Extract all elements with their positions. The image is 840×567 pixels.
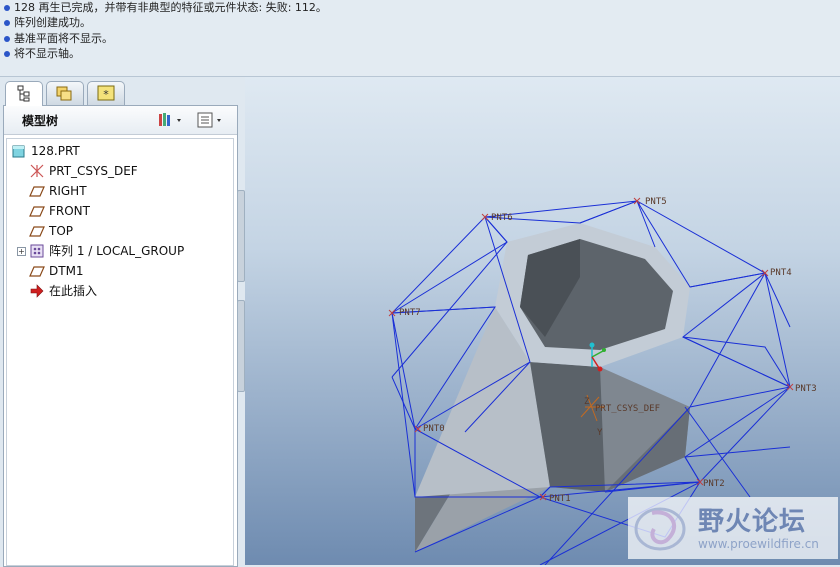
favorites-icon: * bbox=[97, 85, 115, 101]
panel-header: 模型树 bbox=[4, 106, 237, 135]
datum-plane-icon bbox=[29, 206, 45, 217]
datum-point-pnt0[interactable]: PNT0 bbox=[414, 424, 445, 434]
navigator-panel: * 模型树 128.PRT PRT_CSYS_DEF RIGHT FRONT T… bbox=[0, 77, 245, 567]
message-line: 基准平面将不显示。 bbox=[2, 31, 113, 47]
svg-text:PNT7: PNT7 bbox=[399, 308, 421, 318]
bullet-icon bbox=[4, 35, 10, 42]
message-line: 阵列创建成功。 bbox=[2, 15, 91, 31]
tree-settings-button[interactable] bbox=[156, 111, 186, 129]
bullet-icon bbox=[4, 19, 10, 26]
svg-text:PRT_CSYS_DEF: PRT_CSYS_DEF bbox=[595, 404, 660, 414]
graphics-viewport[interactable]: PNT5 PNT6 PNT4 PNT7 PNT3 PNT0 PNT1 PNT2 … bbox=[245, 77, 840, 565]
pattern-icon bbox=[30, 244, 44, 258]
folder-browser-icon bbox=[56, 86, 72, 101]
expand-icon[interactable]: + bbox=[17, 247, 26, 256]
panel-title: 模型树 bbox=[22, 114, 59, 128]
svg-text:PNT5: PNT5 bbox=[645, 197, 667, 207]
tab-folder-browser[interactable] bbox=[46, 81, 84, 105]
model-tree-icon bbox=[17, 85, 30, 102]
watermark-logo-icon bbox=[634, 507, 686, 551]
model-view[interactable]: PNT5 PNT6 PNT4 PNT7 PNT3 PNT0 PNT1 PNT2 … bbox=[245, 77, 840, 565]
bullet-icon bbox=[4, 4, 10, 11]
datum-point-pnt1[interactable]: PNT1 bbox=[539, 493, 571, 504]
csys-icon bbox=[30, 164, 44, 178]
tab-model-tree[interactable] bbox=[5, 81, 43, 106]
svg-text:Y: Y bbox=[597, 428, 603, 438]
bullet-icon bbox=[4, 50, 10, 57]
datum-point-pnt3[interactable]: PNT3 bbox=[786, 383, 817, 394]
datum-plane-icon bbox=[29, 186, 45, 197]
message-line: 将不显示轴。 bbox=[2, 46, 80, 62]
message-area: 128 再生已完成，并带有非典型的特征或元件状态: 失败: 112。 阵列创建成… bbox=[0, 0, 840, 77]
svg-text:Z: Z bbox=[584, 397, 590, 407]
svg-text:PNT3: PNT3 bbox=[795, 384, 817, 394]
datum-plane-icon bbox=[29, 266, 45, 277]
svg-text:PNT1: PNT1 bbox=[549, 494, 571, 504]
panel-splitter[interactable] bbox=[236, 190, 245, 475]
svg-text:PNT4: PNT4 bbox=[770, 268, 792, 278]
splitter-grip[interactable] bbox=[237, 190, 245, 282]
part-icon bbox=[12, 145, 25, 158]
svg-text:*: * bbox=[103, 88, 109, 101]
tree-settings-icon bbox=[159, 113, 181, 126]
model-tree-panel: 模型树 128.PRT PRT_CSYS_DEF RIGHT FRONT TOP… bbox=[3, 105, 238, 567]
svg-text:PNT2: PNT2 bbox=[703, 479, 725, 489]
tab-favorites[interactable]: * bbox=[87, 81, 125, 105]
datum-plane-icon bbox=[29, 226, 45, 237]
watermark-title: 野火论坛 bbox=[698, 507, 807, 537]
svg-text:PNT6: PNT6 bbox=[491, 213, 513, 223]
forum-watermark: 野火论坛 www.proewildfire.cn bbox=[628, 497, 838, 559]
splitter-grip[interactable] bbox=[237, 300, 245, 392]
model-tree: 128.PRT PRT_CSYS_DEF RIGHT FRONT TOP + 阵… bbox=[6, 138, 234, 566]
tree-columns-icon bbox=[197, 112, 221, 128]
svg-text:PNT0: PNT0 bbox=[423, 424, 445, 434]
datum-point-pnt2[interactable]: PNT2 bbox=[696, 478, 725, 489]
tree-columns-button[interactable] bbox=[196, 111, 226, 129]
insert-here-arrow-icon bbox=[30, 284, 44, 298]
watermark-url: www.proewildfire.cn bbox=[698, 537, 819, 551]
message-line: 128 再生已完成，并带有非典型的特征或元件状态: 失败: 112。 bbox=[2, 0, 327, 16]
